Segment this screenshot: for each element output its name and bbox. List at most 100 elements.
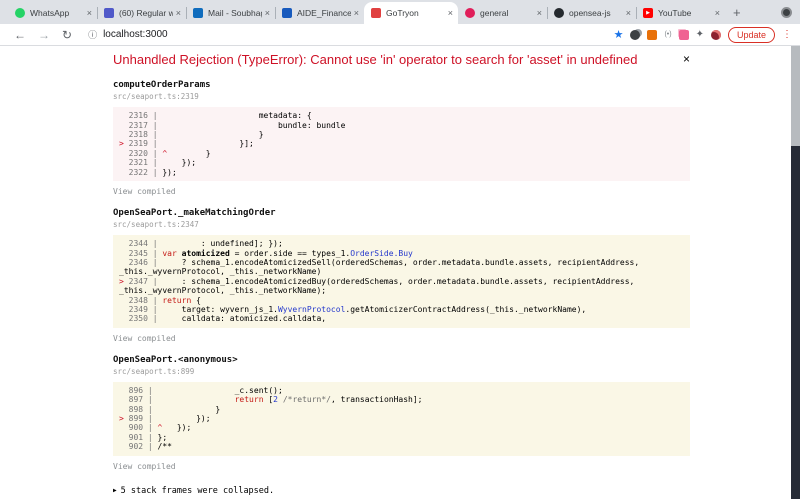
tab-close-icon[interactable]: ×	[534, 8, 542, 18]
frame-source-location: src/seaport.ts:2347	[113, 220, 199, 230]
tab-close-icon[interactable]: ×	[262, 8, 270, 18]
collapsed-frames-label: 5 stack frames were collapsed.	[120, 485, 275, 496]
scrollbar-thumb[interactable]	[791, 46, 800, 146]
line-number: 2348 |	[123, 295, 163, 305]
frame-function-name: OpenSeaPort.<anonymous>	[113, 354, 238, 365]
code-line: > 2347 | : schema_1.encodeAtomicizedBuy(…	[119, 277, 684, 296]
view-compiled-link[interactable]: View compiled	[113, 462, 690, 471]
tab-label: Mail - Soubhagy	[208, 8, 262, 18]
line-number: 2319 |	[123, 139, 163, 149]
close-icon[interactable]: ×	[673, 52, 690, 66]
frame-source-location: src/seaport.ts:2319	[113, 92, 199, 102]
tab-close-icon[interactable]: ×	[173, 8, 181, 18]
page-content: Unhandled Rejection (TypeError): Cannot …	[0, 46, 800, 499]
code-token: , transactionHash];	[330, 395, 423, 405]
code-line: 2320 | ^ }	[119, 149, 684, 158]
code-token: });	[162, 158, 197, 168]
tab-youtube[interactable]: ▶ YouTube ×	[636, 2, 725, 24]
code-frame: 2316 | metadata: { 2317 | bundle: bundle…	[113, 107, 690, 182]
tab-label: general	[480, 8, 509, 18]
code-line: 2346 | ? schema_1.encodeAtomicizedSell(o…	[119, 258, 684, 277]
line-number: 897 |	[123, 395, 158, 405]
code-frame: 896 | _c.sent(); 897 | return [2 /*retur…	[113, 381, 690, 456]
pink-extension-icon[interactable]	[678, 29, 689, 40]
tab-close-icon[interactable]: ×	[623, 8, 631, 18]
stack-frame: OpenSeaPort._makeMatchingOrder src/seapor…	[113, 208, 690, 343]
back-icon[interactable]: ←	[14, 29, 26, 41]
line-number: 898 |	[123, 404, 158, 414]
code-token: }	[157, 404, 221, 414]
whatsapp-icon	[15, 8, 25, 18]
line-number: 2322 |	[123, 167, 163, 177]
tab-gotryon[interactable]: GoTryon ×	[364, 2, 458, 24]
collapsed-frames-toggle[interactable]: ▶ 5 stack frames were collapsed.	[113, 486, 690, 496]
browser-menu-icon[interactable]: ⋮	[782, 29, 792, 40]
tab-general[interactable]: general ×	[458, 2, 547, 24]
tab-close-icon[interactable]: ×	[351, 8, 359, 18]
shopping-extension-icon[interactable]	[647, 29, 658, 40]
reload-icon[interactable]: ↻	[62, 29, 72, 41]
tab-close-icon[interactable]: ×	[445, 8, 453, 18]
scrollbar-track[interactable]	[791, 46, 800, 499]
code-token: : schema_1.encodeAtomicizedBuy(orderedSc…	[119, 276, 640, 296]
tab-close-icon[interactable]: ×	[712, 8, 720, 18]
line-number: 896 |	[123, 385, 158, 395]
code-line: 896 | _c.sent();	[119, 386, 684, 395]
code-token: OrderSide.Buy	[350, 248, 413, 258]
line-number: 901 |	[123, 432, 158, 442]
tab-search-icon[interactable]	[781, 7, 792, 18]
extensions-puzzle-icon[interactable]: ✦	[696, 29, 704, 40]
tab-mail-soubhagy[interactable]: Mail - Soubhagy×	[186, 2, 275, 24]
code-token: };	[157, 432, 168, 442]
code-line: > 899 | });	[119, 414, 684, 423]
tab-close-icon[interactable]: ×	[84, 8, 92, 18]
code-line: 2317 | bundle: bundle	[119, 121, 684, 130]
tab-opensea-js[interactable]: opensea-js ×	[547, 2, 636, 24]
code-token: {	[191, 295, 201, 305]
profile-avatar[interactable]	[710, 29, 721, 40]
code-token: _c.sent();	[157, 385, 283, 395]
code-line: 2321 | });	[119, 158, 684, 167]
code-token: /*return*/	[282, 395, 331, 405]
github-icon	[554, 8, 564, 18]
line-number: 900 |	[123, 423, 158, 433]
code-token: }];	[162, 139, 254, 149]
broadcast-extension-icon[interactable]: (•)	[664, 31, 671, 38]
code-token: target: wyvern_js_1.	[162, 304, 278, 314]
code-frame: 2344 | : undefined]; }); 2345 | var atom…	[113, 235, 690, 328]
code-line: 2349 | target: wyvern_js_1.WyvernProtoco…	[119, 305, 684, 314]
new-tab-button[interactable]: +	[725, 5, 749, 24]
code-token: [	[263, 395, 274, 405]
forward-icon[interactable]: →	[38, 29, 50, 41]
line-number: 2350 |	[123, 314, 163, 324]
frame-function-name: OpenSeaPort._makeMatchingOrder	[113, 208, 276, 219]
code-line: 2322 | });	[119, 168, 684, 177]
view-compiled-link[interactable]: View compiled	[113, 334, 690, 343]
stack-frame: OpenSeaPort.<anonymous> src/seaport.ts:89…	[113, 355, 690, 471]
profile-circles-extension-icon[interactable]	[630, 29, 641, 40]
outlook-icon	[193, 8, 203, 18]
url-text: localhost:3000	[103, 29, 168, 40]
general-icon	[465, 8, 475, 18]
address-bar[interactable]: ⓘ localhost:3000	[88, 28, 614, 41]
line-number: 2321 |	[123, 158, 163, 168]
teams-icon	[104, 8, 114, 18]
code-token: .getAtomicizerContractAddress(_this._net…	[345, 304, 587, 314]
tab-aide-finance-p[interactable]: AIDE_Finance_P×	[275, 2, 364, 24]
error-title: Unhandled Rejection (TypeError): Cannot …	[113, 52, 638, 67]
tab--60-regular-wee[interactable]: (60) Regular wee×	[97, 2, 186, 24]
update-button[interactable]: Update	[727, 26, 775, 43]
stack-frames: computeOrderParams src/seaport.ts:2319 23…	[113, 80, 690, 499]
error-overlay: Unhandled Rejection (TypeError): Cannot …	[0, 46, 800, 499]
view-compiled-link[interactable]: View compiled	[113, 187, 690, 196]
tab-label: YouTube	[658, 8, 692, 18]
tab-label: WhatsApp	[30, 8, 70, 18]
site-info-icon[interactable]: ⓘ	[88, 28, 97, 41]
code-token: bundle: bundle	[162, 120, 346, 130]
code-line: > 2319 | }];	[119, 139, 684, 148]
code-token: });	[162, 423, 192, 433]
tab-whatsapp[interactable]: WhatsApp ×	[8, 2, 97, 24]
code-line: 2348 | return {	[119, 296, 684, 305]
line-number: 2347 |	[123, 276, 163, 286]
bookmark-star-icon[interactable]: ★	[614, 28, 624, 41]
